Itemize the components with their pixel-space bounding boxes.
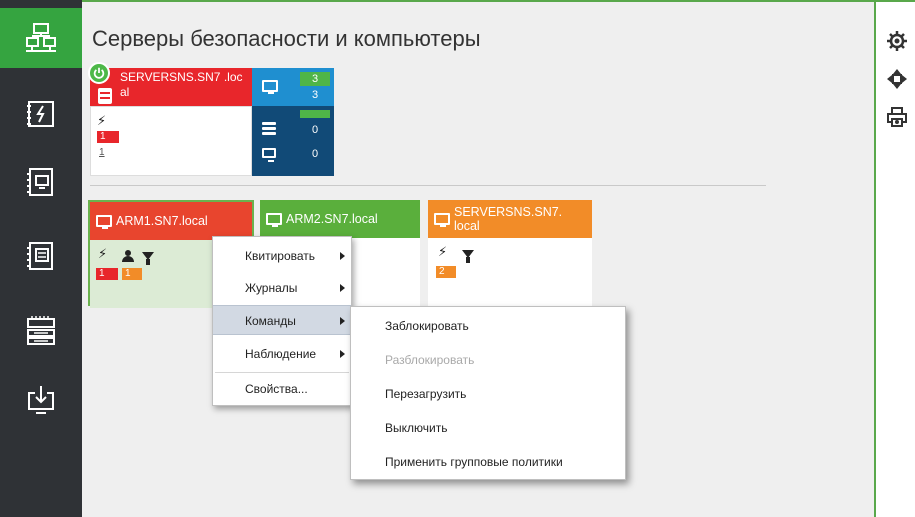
print-button[interactable] bbox=[884, 104, 910, 130]
download-monitor-icon bbox=[28, 386, 54, 414]
monitor-icon bbox=[434, 213, 450, 227]
right-toolbar bbox=[874, 0, 915, 517]
sidebar-item-computers[interactable] bbox=[0, 152, 82, 212]
computer-name: ARM1.SN7.local bbox=[116, 214, 208, 228]
subordinate-summary[interactable]: 0 0 bbox=[252, 106, 334, 176]
computer-name: SERVERSNS.SN7. local bbox=[454, 205, 563, 233]
menu-item-acknowledge[interactable]: Квитировать bbox=[213, 241, 351, 271]
chevron-right-icon bbox=[340, 317, 345, 325]
submenu-item-lock[interactable]: Заблокировать bbox=[351, 309, 625, 343]
warning-count[interactable]: 1 bbox=[122, 268, 142, 280]
monitor-icon bbox=[262, 148, 276, 162]
menu-item-commands[interactable]: Команды bbox=[213, 305, 351, 335]
computer-card-header[interactable]: SERVERSNS.SN7. local bbox=[428, 200, 592, 238]
menu-item-label: Свойства... bbox=[245, 382, 308, 396]
server-alert-count[interactable]: 1 bbox=[97, 131, 119, 143]
menu-item-monitoring[interactable]: Наблюдение bbox=[213, 339, 351, 369]
computer-card-header[interactable]: ARM2.SN7.local bbox=[260, 200, 420, 238]
rack-devices-icon bbox=[27, 316, 55, 345]
server-icon bbox=[98, 88, 112, 104]
monitor-icon bbox=[262, 80, 278, 94]
monitor-icon bbox=[96, 215, 112, 229]
server-name: SERVERSNS.SN7 .local bbox=[120, 70, 243, 99]
page-title: Серверы безопасности и компьютеры bbox=[92, 26, 481, 51]
server-card-body: ⚡︎ 1 1 bbox=[90, 106, 252, 176]
sidebar-item-devices[interactable] bbox=[0, 300, 82, 360]
computer-name: ARM2.SN7.local bbox=[286, 212, 378, 226]
monitor-icon bbox=[266, 213, 282, 227]
monitors-count: 0 bbox=[311, 148, 319, 160]
section-divider bbox=[90, 185, 766, 186]
menu-item-label: Журналы bbox=[245, 281, 298, 295]
lightning-icon: ⚡︎ bbox=[438, 244, 448, 259]
computer-card-serversns[interactable]: SERVERSNS.SN7. local ⚡︎ 2 bbox=[428, 200, 592, 306]
printer-icon bbox=[887, 107, 907, 127]
menu-item-label: Наблюдение bbox=[245, 347, 317, 361]
chevron-right-icon bbox=[340, 284, 345, 292]
sidebar-item-server-cards[interactable] bbox=[0, 226, 82, 286]
filter-icon bbox=[142, 252, 154, 265]
server-stack-icon bbox=[262, 122, 276, 136]
menu-item-label: Квитировать bbox=[245, 249, 316, 263]
menu-item-label: Команды bbox=[245, 314, 296, 328]
submenu-item-apply-policies[interactable]: Применить групповые политики bbox=[351, 445, 625, 479]
menu-item-journals[interactable]: Журналы bbox=[213, 273, 351, 303]
computers-total: 3 bbox=[300, 72, 330, 86]
computer-card-header[interactable]: ARM1.SN7.local bbox=[90, 202, 252, 240]
sidebar bbox=[0, 0, 82, 517]
alert-count[interactable]: 1 bbox=[96, 268, 118, 280]
lightning-icon: ⚡︎ bbox=[97, 113, 107, 128]
server-card-icon bbox=[27, 242, 53, 270]
user-icon bbox=[122, 250, 134, 262]
events-log-icon bbox=[27, 101, 54, 127]
sidebar-item-export[interactable] bbox=[0, 370, 82, 430]
servers-count: 0 bbox=[311, 124, 319, 136]
lightning-icon: ⚡︎ bbox=[98, 246, 108, 261]
chevron-right-icon bbox=[340, 252, 345, 260]
chevron-right-icon bbox=[340, 350, 345, 358]
server-card-header[interactable]: SERVERSNS.SN7 .local bbox=[90, 68, 252, 106]
computers-summary[interactable]: 3 3 bbox=[252, 68, 334, 106]
computer-card-body: ⚡︎ 2 bbox=[428, 238, 592, 306]
computer-card-icon bbox=[27, 168, 53, 196]
green-indicator bbox=[300, 110, 330, 118]
settings-button[interactable] bbox=[884, 28, 910, 54]
server-card[interactable]: SERVERSNS.SN7 .local ⚡︎ 1 1 3 3 0 0 bbox=[88, 62, 334, 176]
computers-online: 3 bbox=[300, 88, 330, 102]
move-arrows-icon bbox=[887, 69, 907, 89]
move-button[interactable] bbox=[884, 66, 910, 92]
submenu-item-shutdown[interactable]: Выключить bbox=[351, 411, 625, 445]
menu-item-properties[interactable]: Свойства... bbox=[213, 374, 351, 404]
warning-count[interactable]: 2 bbox=[436, 266, 456, 278]
sidebar-item-events[interactable] bbox=[0, 84, 82, 144]
sidebar-item-servers[interactable] bbox=[0, 8, 82, 68]
menu-separator bbox=[215, 372, 349, 373]
filter-icon bbox=[462, 250, 474, 263]
power-icon bbox=[88, 62, 110, 84]
commands-submenu: Заблокировать Разблокировать Перезагрузи… bbox=[350, 306, 626, 480]
submenu-item-unlock: Разблокировать bbox=[385, 353, 475, 367]
context-menu: Квитировать Журналы Команды Наблюдение С… bbox=[212, 236, 352, 406]
server-summary-panel: 3 3 0 0 bbox=[252, 68, 334, 176]
submenu-item-reboot[interactable]: Перезагрузить bbox=[351, 377, 625, 411]
server-other-count[interactable]: 1 bbox=[99, 147, 105, 158]
gear-icon bbox=[887, 31, 907, 51]
network-servers-icon bbox=[26, 23, 56, 52]
